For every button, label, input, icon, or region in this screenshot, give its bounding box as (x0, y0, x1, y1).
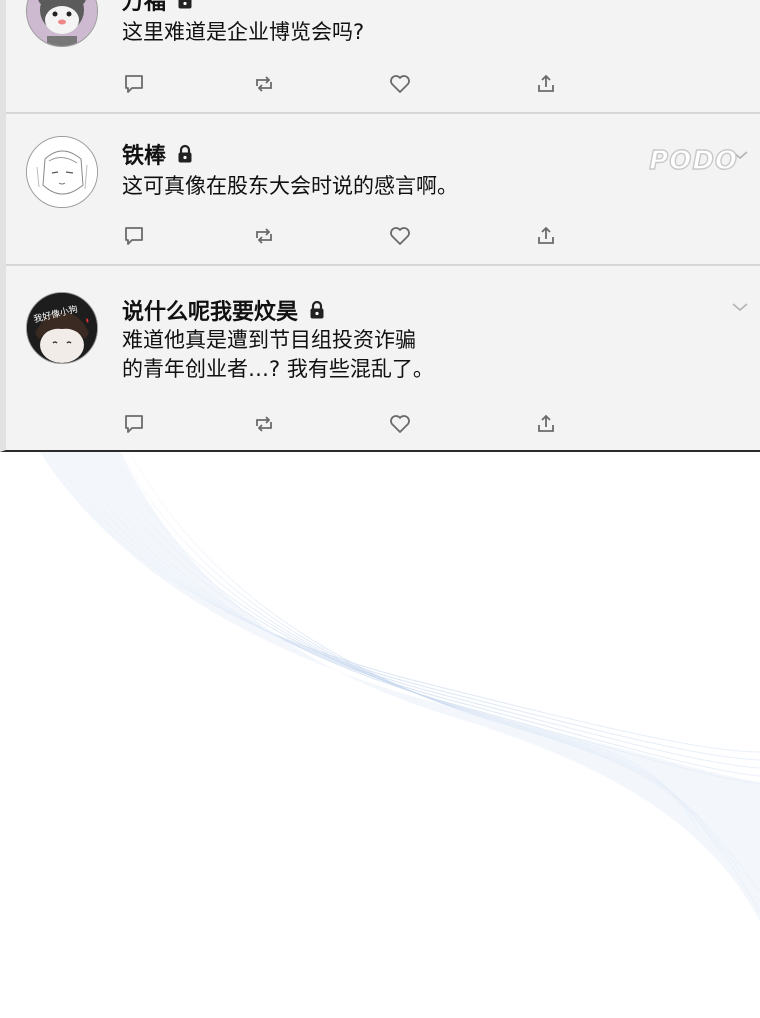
author-name[interactable]: 说什么呢我要炆昊 (122, 294, 298, 326)
retweet-icon[interactable] (252, 72, 276, 96)
post-3[interactable]: 我好像小狗 说什么呢我要炆昊 难道他真是遭到节目组投资诈骗 的青年创业者…? 我… (6, 266, 760, 450)
sketch-face-avatar-icon (27, 137, 97, 207)
lock-icon (178, 0, 192, 9)
author-name[interactable]: 铁棒 (122, 138, 166, 170)
avatar[interactable]: 我好像小狗 (26, 292, 98, 364)
comment-icon[interactable] (122, 412, 146, 436)
avatar[interactable] (26, 136, 98, 208)
share-icon[interactable] (534, 412, 558, 436)
tweet-feed: 万福 这里难道是企业博览会吗? 铁棒 PODO 这可真像在股东大会时说的感言啊。… (0, 0, 760, 452)
comment-icon[interactable] (122, 224, 146, 248)
lock-icon (178, 144, 192, 163)
author-name[interactable]: 万福 (122, 0, 166, 16)
retweet-icon[interactable] (252, 224, 276, 248)
post-text: 难道他真是遭到节目组投资诈骗 的青年创业者…? 我有些混乱了。 (122, 328, 434, 381)
avatar[interactable] (26, 0, 98, 47)
heart-icon[interactable] (388, 72, 412, 96)
post-actions (6, 224, 760, 250)
grey-bear-avatar-icon (27, 0, 97, 46)
post-text: 这可真像在股东大会时说的感言啊。 (122, 174, 458, 198)
watermark: PODO (648, 145, 738, 176)
decorative-wave (39, 452, 760, 922)
share-icon[interactable] (534, 72, 558, 96)
heart-icon[interactable] (388, 412, 412, 436)
heart-icon[interactable] (388, 224, 412, 248)
dark-hair-avatar-icon (27, 293, 97, 363)
post-actions (6, 412, 760, 438)
retweet-icon[interactable] (252, 412, 276, 436)
post-2[interactable]: 铁棒 PODO 这可真像在股东大会时说的感言啊。 (6, 114, 760, 266)
chevron-down-icon[interactable] (730, 300, 750, 314)
share-icon[interactable] (534, 224, 558, 248)
post-1[interactable]: 万福 这里难道是企业博览会吗? (6, 0, 760, 114)
post-text: 这里难道是企业博览会吗? (122, 20, 365, 44)
post-actions (6, 72, 760, 98)
comment-icon[interactable] (122, 72, 146, 96)
lock-icon (310, 300, 324, 319)
